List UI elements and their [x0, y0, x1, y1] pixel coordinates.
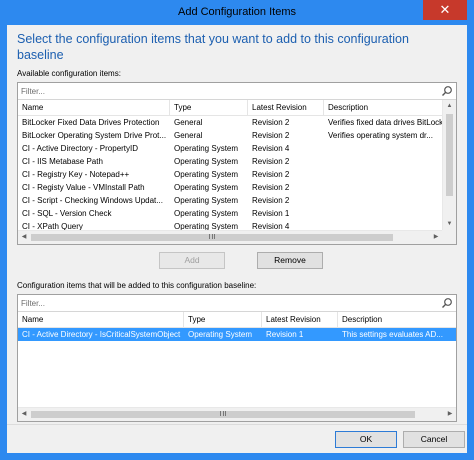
- cell-description: This settings evaluates AD...: [342, 330, 443, 339]
- cell-description: [324, 207, 444, 220]
- column-header-description[interactable]: Description: [324, 100, 444, 116]
- cell-description: [324, 181, 444, 194]
- scroll-grip-icon: [209, 234, 215, 239]
- dialog-footer: OK Cancel: [7, 424, 467, 453]
- scroll-left-arrow-icon[interactable]: ◀: [19, 408, 29, 420]
- scroll-down-arrow-icon[interactable]: ▼: [443, 218, 456, 230]
- cell-type: Operating System: [174, 209, 239, 218]
- available-horizontal-scrollbar[interactable]: ◀ ▶: [18, 230, 442, 244]
- cell-name: CI - IIS Metabase Path: [22, 157, 103, 166]
- table-row[interactable]: CI - Script - Checking Windows Updat... …: [18, 194, 444, 207]
- search-icon[interactable]: [441, 297, 453, 309]
- cell-description: [324, 168, 444, 181]
- available-filter-box: [18, 83, 456, 100]
- column-header-name[interactable]: Name: [18, 312, 184, 328]
- cell-revision: Revision 1: [252, 209, 290, 218]
- added-horizontal-scrollbar[interactable]: ◀ ▶: [18, 407, 456, 421]
- cell-type: Operating System: [174, 196, 239, 205]
- scroll-grip-icon: [220, 411, 226, 416]
- cell-revision: Revision 2: [252, 157, 290, 166]
- column-header-description[interactable]: Description: [338, 312, 456, 328]
- column-header-latest-revision[interactable]: Latest Revision: [248, 100, 324, 116]
- cell-type: General: [174, 131, 203, 140]
- cell-type: Operating System: [174, 144, 239, 153]
- cell-revision: Revision 2: [252, 196, 290, 205]
- added-column-headers: Name Type Latest Revision Description: [18, 312, 456, 328]
- table-row[interactable]: CI - Registy Value - VMInstall Path Oper…: [18, 181, 444, 194]
- table-row[interactable]: CI - Active Directory - PropertyID Opera…: [18, 142, 444, 155]
- cell-type: General: [174, 118, 203, 127]
- cell-name: CI - Registy Value - VMInstall Path: [22, 183, 145, 192]
- ok-button[interactable]: OK: [335, 431, 397, 448]
- scroll-right-arrow-icon[interactable]: ▶: [445, 408, 455, 420]
- dialog-content: Select the configuration items that you …: [7, 25, 467, 453]
- cell-description: [324, 155, 444, 168]
- cell-description: [324, 194, 444, 207]
- search-icon[interactable]: [441, 85, 453, 97]
- cell-type: Operating System: [174, 170, 239, 179]
- horizontal-scroll-thumb[interactable]: [31, 234, 393, 241]
- dialog-heading: Select the configuration items that you …: [17, 32, 409, 62]
- table-row[interactable]: BitLocker Operating System Drive Prot...…: [18, 129, 444, 142]
- table-row[interactable]: CI - SQL - Version Check Operating Syste…: [18, 207, 444, 220]
- add-button[interactable]: Add: [159, 252, 225, 269]
- available-filter-input[interactable]: [18, 83, 428, 99]
- cell-revision: Revision 2: [252, 170, 290, 179]
- cell-name: CI - SQL - Version Check: [22, 209, 112, 218]
- horizontal-scroll-thumb[interactable]: [31, 411, 415, 418]
- table-row-selected[interactable]: CI - Active Directory - IsCriticalSystem…: [18, 328, 456, 341]
- cell-name: CI - Active Directory - PropertyID: [22, 144, 139, 153]
- cell-description: Verifies operating system dr...: [328, 131, 433, 140]
- column-header-latest-revision[interactable]: Latest Revision: [262, 312, 338, 328]
- cell-name: BitLocker Operating System Drive Prot...: [22, 131, 167, 140]
- available-vertical-scrollbar[interactable]: ▲ ▼: [442, 100, 456, 230]
- cell-revision: Revision 2: [252, 183, 290, 192]
- cell-revision: Revision 1: [266, 330, 304, 339]
- table-row[interactable]: CI - IIS Metabase Path Operating System …: [18, 155, 444, 168]
- cell-revision: Revision 4: [252, 144, 290, 153]
- available-items-list: Name Type Latest Revision Description Bi…: [17, 82, 457, 245]
- title-bar[interactable]: Add Configuration Items ✕: [0, 0, 474, 25]
- dialog-window: Add Configuration Items ✕ Select the con…: [0, 0, 474, 460]
- cell-name: CI - Script - Checking Windows Updat...: [22, 196, 163, 205]
- column-header-name[interactable]: Name: [18, 100, 170, 116]
- added-items-label: Configuration items that will be added t…: [17, 281, 257, 290]
- added-items-list: Name Type Latest Revision Description CI…: [17, 294, 457, 422]
- cell-type: Operating System: [188, 330, 253, 339]
- table-row[interactable]: CI - Registry Key - Notepad++ Operating …: [18, 168, 444, 181]
- column-header-type[interactable]: Type: [170, 100, 248, 116]
- cell-name: CI - Registry Key - Notepad++: [22, 170, 130, 179]
- cell-type: Operating System: [174, 157, 239, 166]
- window-title: Add Configuration Items: [177, 6, 296, 18]
- added-filter-input[interactable]: [18, 295, 428, 311]
- scroll-up-arrow-icon[interactable]: ▲: [443, 100, 456, 112]
- cell-revision: Revision 2: [252, 118, 290, 127]
- cell-name: CI - Active Directory - IsCriticalSystem…: [22, 330, 181, 339]
- cell-name: BitLocker Fixed Data Drives Protection: [22, 118, 160, 127]
- cancel-button[interactable]: Cancel: [403, 431, 465, 448]
- column-header-type[interactable]: Type: [184, 312, 262, 328]
- vertical-scroll-thumb[interactable]: [446, 114, 453, 196]
- remove-button[interactable]: Remove: [257, 252, 323, 269]
- table-row[interactable]: BitLocker Fixed Data Drives Protection G…: [18, 116, 444, 129]
- cell-revision: Revision 2: [252, 131, 290, 140]
- scroll-right-arrow-icon[interactable]: ▶: [431, 231, 441, 243]
- added-filter-box: [18, 295, 456, 312]
- close-button[interactable]: ✕: [423, 0, 467, 20]
- scroll-corner: [442, 230, 456, 244]
- cell-type: Operating System: [174, 183, 239, 192]
- available-items-label: Available configuration items:: [17, 69, 121, 78]
- cell-description: Verifies fixed data drives BitLocker...: [328, 118, 444, 127]
- available-column-headers: Name Type Latest Revision Description: [18, 100, 444, 116]
- cell-description: [324, 142, 444, 155]
- scroll-left-arrow-icon[interactable]: ◀: [19, 231, 29, 243]
